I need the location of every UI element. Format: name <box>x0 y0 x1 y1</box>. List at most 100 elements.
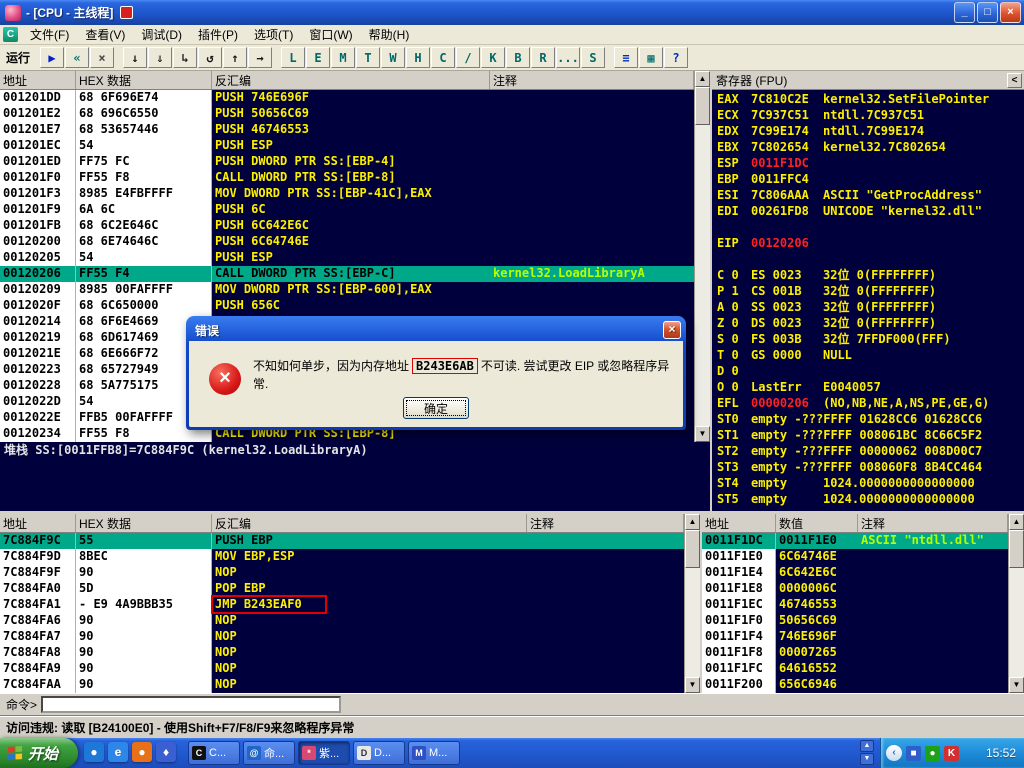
disasm-row[interactable]: 0012020F 68 6C650000 PUSH 656C <box>0 298 694 314</box>
toolbar-button[interactable]: T <box>356 47 381 68</box>
dump-row[interactable]: 7C884FA6 90 NOP <box>0 613 684 629</box>
toolbar-button[interactable]: « <box>65 47 90 68</box>
toolbar-button[interactable]: S <box>581 47 606 68</box>
register-line[interactable]: D 0 <box>712 364 1024 380</box>
taskbar-task-button[interactable]: @ 命... <box>243 741 295 765</box>
register-line[interactable]: T 0 GS 0000 NULL <box>712 348 1024 364</box>
menu-item[interactable]: 文件(F) <box>22 24 77 45</box>
disasm-row[interactable]: 00120205 54 PUSH ESP <box>0 250 694 266</box>
restore-button[interactable]: □ <box>977 2 998 23</box>
menu-item[interactable]: 插件(P) <box>190 24 246 45</box>
cpu-window-icon[interactable]: C <box>3 27 18 42</box>
stack-info-line[interactable]: 堆栈 SS:[0011FFB8]=7C884F9C (kernel32.Load… <box>0 442 710 459</box>
toolbar-button[interactable]: ↓ <box>123 47 148 68</box>
toolbar-button[interactable]: / <box>456 47 481 68</box>
dump-row[interactable]: 7C884F9D 8BEC MOV EBP,ESP <box>0 549 684 565</box>
register-line[interactable]: EDI 00261FD8 UNICODE "kernel32.dll" <box>712 204 1024 220</box>
minimize-button[interactable]: _ <box>954 2 975 23</box>
titlebar[interactable]: - [CPU - 主线程] _ □ × <box>0 0 1024 25</box>
disasm-scrollbar[interactable]: ▲ ▼ <box>694 71 710 442</box>
register-line[interactable]: EBX 7C802654 kernel32.7C802654 <box>712 140 1024 156</box>
command-input[interactable] <box>41 696 342 713</box>
register-line[interactable]: EAX 7C810C2E kernel32.SetFilePointer <box>712 92 1024 108</box>
toolbar-button[interactable]: B <box>506 47 531 68</box>
toolbar-button[interactable]: ↑ <box>223 47 248 68</box>
toolbar-button[interactable]: W <box>381 47 406 68</box>
menu-item[interactable]: 查看(V) <box>77 24 133 45</box>
dump-row[interactable]: 7C884FA0 5D POP EBP <box>0 581 684 597</box>
app-icon[interactable] <box>5 4 21 21</box>
stack-row[interactable]: 0011F1EC 46746553 <box>702 597 1008 613</box>
taskbar-task-button[interactable]: C C... <box>188 741 240 765</box>
tray-icon[interactable]: ■ <box>906 745 921 761</box>
scroll-up-icon[interactable]: ▲ <box>685 514 700 530</box>
stack-row[interactable]: 0011F200 656C6946 <box>702 677 1008 693</box>
disasm-row[interactable]: 00120206 FF55 F4 CALL DWORD PTR SS:[EBP-… <box>0 266 694 282</box>
stack-row[interactable]: 0011F1E0 6C64746E <box>702 549 1008 565</box>
ok-button[interactable]: 确定 <box>403 397 469 419</box>
stack-row[interactable]: 0011F1E4 6C642E6C <box>702 565 1008 581</box>
scroll-up-icon[interactable]: ▲ <box>695 71 710 87</box>
toolbar-button[interactable]: ↺ <box>198 47 223 68</box>
toolbar-button[interactable]: → <box>248 47 273 68</box>
register-line[interactable]: C 0 ES 0023 32位 0(FFFFFFFF) <box>712 268 1024 284</box>
scroll-thumb[interactable] <box>1009 530 1024 568</box>
scroll-thumb[interactable] <box>685 530 700 568</box>
close-button[interactable]: × <box>1000 2 1021 23</box>
scroll-down-icon[interactable]: ▼ <box>695 426 710 442</box>
stack-scrollbar[interactable]: ▲ ▼ <box>1008 514 1024 693</box>
register-line[interactable] <box>712 252 1024 268</box>
toolbar-button[interactable]: C <box>431 47 456 68</box>
stack-row[interactable]: 0011F1FC 64616552 <box>702 661 1008 677</box>
tray-icon[interactable]: K <box>944 745 959 761</box>
scroll-down-icon[interactable]: ▼ <box>1009 677 1024 693</box>
toolbar-button[interactable]: E <box>306 47 331 68</box>
register-line[interactable]: ESP 0011F1DC <box>712 156 1024 172</box>
stack-row[interactable]: 0011F1F0 50656C69 <box>702 613 1008 629</box>
register-line[interactable]: EDX 7C99E174 ntdll.7C99E174 <box>712 124 1024 140</box>
toolbar-button[interactable]: ▦ <box>639 47 664 68</box>
quicklaunch-icon[interactable]: ● <box>84 742 104 762</box>
toolbar-button[interactable]: ↳ <box>173 47 198 68</box>
register-line[interactable]: ST2 empty -???FFFF 00000062 008D00C7 <box>712 444 1024 460</box>
register-line[interactable]: O 0 LastErr E0040057 <box>712 380 1024 396</box>
dump-row[interactable]: 7C884F9F 90 NOP <box>0 565 684 581</box>
register-line[interactable]: ST1 empty -???FFFF 008061BC 8C66C5F2 <box>712 428 1024 444</box>
register-line[interactable]: EFL 00000206 (NO,NB,NE,A,NS,PE,GE,G) <box>712 396 1024 412</box>
disasm-row[interactable]: 001201EC 54 PUSH ESP <box>0 138 694 154</box>
tray-icon[interactable]: ● <box>925 745 940 761</box>
register-line[interactable]: ECX 7C937C51 ntdll.7C937C51 <box>712 108 1024 124</box>
toolbar-button[interactable]: ... <box>556 47 581 68</box>
dialog-close-button[interactable]: × <box>663 321 681 339</box>
dump-row[interactable]: 7C884FA8 90 NOP <box>0 645 684 661</box>
register-line[interactable]: ESI 7C806AAA ASCII "GetProcAddress" <box>712 188 1024 204</box>
toolbar-button[interactable]: ≡ <box>614 47 639 68</box>
dump-scrollbar[interactable]: ▲ ▼ <box>684 514 700 693</box>
disasm-row[interactable]: 001201F0 FF55 F8 CALL DWORD PTR SS:[EBP-… <box>0 170 694 186</box>
register-line[interactable]: ST3 empty -???FFFF 008060F8 8B4CC464 <box>712 460 1024 476</box>
register-line[interactable]: ST5 empty 1024.0000000000000000 <box>712 492 1024 508</box>
disasm-row[interactable]: 00120209 8985 00FAFFFF MOV DWORD PTR SS:… <box>0 282 694 298</box>
scroll-down-icon[interactable]: ▼ <box>685 677 700 693</box>
dump-row[interactable]: 7C884F9C 55 PUSH EBP <box>0 533 684 549</box>
taskbar-scroll-arrows[interactable]: ▲ ▼ <box>860 740 874 765</box>
quicklaunch-icon[interactable]: ♦ <box>156 742 176 762</box>
dump-row[interactable]: 7C884FA9 90 NOP <box>0 661 684 677</box>
register-line[interactable]: P 1 CS 001B 32位 0(FFFFFFFF) <box>712 284 1024 300</box>
stack-row[interactable]: 0011F1F4 746E696F <box>702 629 1008 645</box>
register-line[interactable]: S 0 FS 003B 32位 7FFDF000(FFF) <box>712 332 1024 348</box>
toolbar-button[interactable]: ▶ <box>40 47 65 68</box>
register-line[interactable]: ST0 empty -???FFFF 01628CC6 01628CC6 <box>712 412 1024 428</box>
toolbar-button[interactable]: H <box>406 47 431 68</box>
register-line[interactable]: EBP 0011FFC4 <box>712 172 1024 188</box>
disasm-row[interactable]: 001201E2 68 696C6550 PUSH 50656C69 <box>0 106 694 122</box>
toolbar-button[interactable]: K <box>481 47 506 68</box>
toolbar-button[interactable]: R <box>531 47 556 68</box>
toolbar-button[interactable]: L <box>281 47 306 68</box>
disasm-row[interactable]: 001201F3 8985 E4FBFFFF MOV DWORD PTR SS:… <box>0 186 694 202</box>
dump-row[interactable]: 7C884FA1 - E9 4A9BBB35 JMP B243EAF0 <box>0 597 684 613</box>
start-button[interactable]: 开始 <box>0 738 78 768</box>
stack-row[interactable]: 0011F1F8 00007265 <box>702 645 1008 661</box>
toolbar-button[interactable]: M <box>331 47 356 68</box>
dialog-titlebar[interactable]: 错误 × <box>189 319 683 341</box>
